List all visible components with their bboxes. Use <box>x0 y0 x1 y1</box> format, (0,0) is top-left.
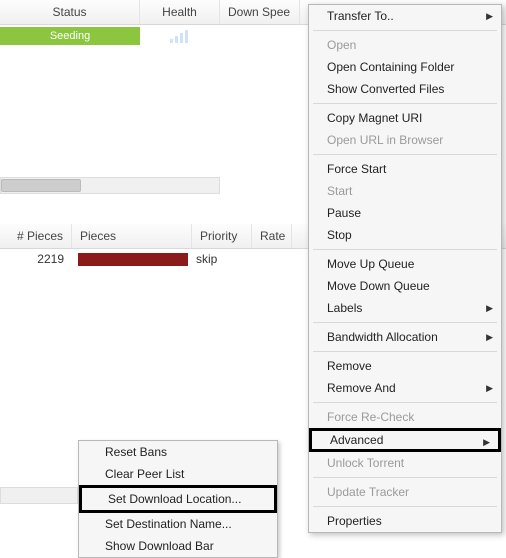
menu-separator <box>313 506 497 507</box>
menu-force-recheck[interactable]: Force Re-Check <box>309 406 501 428</box>
health-bars-icon <box>170 29 188 43</box>
menu-separator <box>313 477 497 478</box>
menu-separator <box>313 30 497 31</box>
menu-bandwidth-allocation-label: Bandwidth Allocation <box>327 330 438 344</box>
menu-separator <box>313 351 497 352</box>
status-badge: Seeding <box>0 27 140 45</box>
menu-update-tracker[interactable]: Update Tracker <box>309 481 501 503</box>
menu-separator <box>313 322 497 323</box>
menu-start[interactable]: Start <box>309 180 501 202</box>
menu-labels-label: Labels <box>327 301 362 315</box>
menu-separator <box>313 249 497 250</box>
menu-remove-and-label: Remove And <box>327 381 396 395</box>
menu-remove-and[interactable]: Remove And ▶ <box>309 377 501 399</box>
context-menu: Transfer To.. ▶ Open Open Containing Fol… <box>308 4 502 533</box>
menu-remove[interactable]: Remove <box>309 355 501 377</box>
menu-bandwidth-allocation[interactable]: Bandwidth Allocation ▶ <box>309 326 501 348</box>
menu-properties[interactable]: Properties <box>309 510 501 532</box>
menu-unlock-torrent[interactable]: Unlock Torrent <box>309 452 501 474</box>
submenu-arrow-icon: ▶ <box>486 303 493 314</box>
menu-force-start[interactable]: Force Start <box>309 158 501 180</box>
submenu-arrow-icon: ▶ <box>486 383 493 394</box>
col-rate[interactable]: Rate <box>252 224 292 248</box>
col-pieces[interactable]: Pieces <box>72 224 192 248</box>
menu-show-download-bar[interactable]: Show Download Bar <box>79 535 277 557</box>
menu-separator <box>313 103 497 104</box>
menu-advanced-label: Advanced <box>330 433 383 447</box>
menu-transfer-to[interactable]: Transfer To.. ▶ <box>309 5 501 27</box>
menu-separator <box>313 154 497 155</box>
submenu-arrow-icon: ▶ <box>486 11 493 22</box>
menu-reset-bans[interactable]: Reset Bans <box>79 441 277 463</box>
menu-pause[interactable]: Pause <box>309 202 501 224</box>
horizontal-scrollbar[interactable] <box>0 177 220 194</box>
col-pieces-count[interactable]: # Pieces <box>0 224 72 248</box>
menu-open[interactable]: Open <box>309 34 501 56</box>
menu-stop[interactable]: Stop <box>309 224 501 246</box>
submenu-arrow-icon: ▶ <box>483 437 490 448</box>
horizontal-scrollbar-2[interactable] <box>0 487 78 504</box>
submenu-arrow-icon: ▶ <box>486 332 493 343</box>
menu-set-download-location[interactable]: Set Download Location... <box>79 485 277 513</box>
col-downspeed[interactable]: Down Spee <box>220 0 300 24</box>
file-pieces-count: 2219 <box>0 252 72 266</box>
menu-separator <box>313 402 497 403</box>
menu-open-url-in-browser[interactable]: Open URL in Browser <box>309 129 501 151</box>
file-priority: skip <box>192 252 252 266</box>
col-status[interactable]: Status <box>0 0 140 24</box>
col-health[interactable]: Health <box>140 0 220 24</box>
menu-set-destination-name[interactable]: Set Destination Name... <box>79 513 277 535</box>
col-priority[interactable]: Priority <box>192 224 252 248</box>
scrollbar-thumb[interactable] <box>1 179 81 192</box>
menu-open-containing-folder[interactable]: Open Containing Folder <box>309 56 501 78</box>
menu-copy-magnet-uri[interactable]: Copy Magnet URI <box>309 107 501 129</box>
menu-show-converted-files[interactable]: Show Converted Files <box>309 78 501 100</box>
menu-move-down-queue[interactable]: Move Down Queue <box>309 275 501 297</box>
menu-advanced[interactable]: Advanced ▶ <box>309 428 501 452</box>
menu-move-up-queue[interactable]: Move Up Queue <box>309 253 501 275</box>
advanced-submenu: Reset Bans Clear Peer List Set Download … <box>78 440 278 558</box>
menu-transfer-to-label: Transfer To.. <box>327 9 394 23</box>
menu-clear-peer-list[interactable]: Clear Peer List <box>79 463 277 485</box>
piece-progress-bar <box>78 253 188 266</box>
menu-labels[interactable]: Labels ▶ <box>309 297 501 319</box>
